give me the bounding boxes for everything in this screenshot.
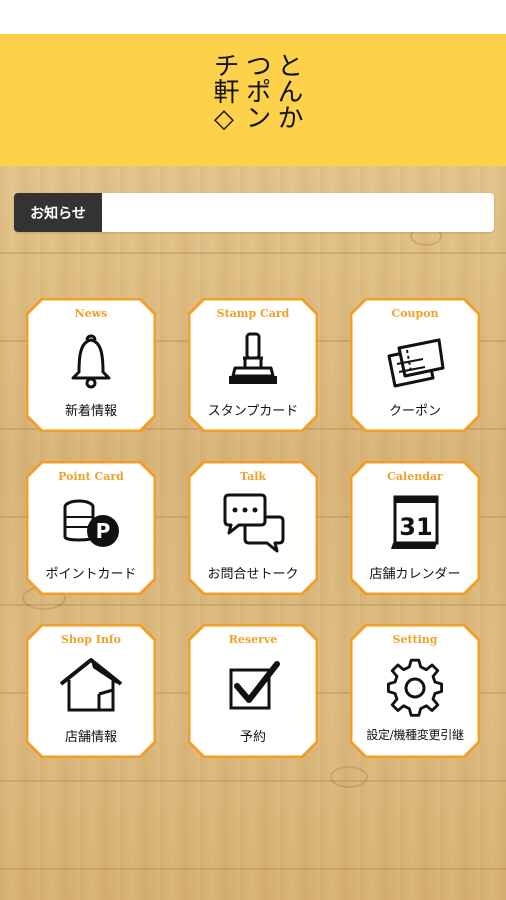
menu-tile-coupon[interactable]: Coupon クーポン: [350, 298, 480, 432]
logo-line-2: つポン: [241, 52, 271, 130]
tile-english-label: News: [74, 307, 108, 320]
bell-icon: [71, 334, 111, 389]
menu-tile-shop-info[interactable]: Shop Info 店舗情報: [26, 624, 156, 758]
house-icon: [59, 658, 123, 712]
tile-japanese-label: お問合せトーク: [207, 567, 299, 582]
gear-icon: [386, 658, 444, 717]
tile-english-label: Reserve: [228, 633, 278, 646]
news-ticker[interactable]: お知らせ: [14, 193, 494, 232]
menu-tile-talk[interactable]: Talk お問合せトーク: [188, 461, 318, 595]
tile-english-label: Shop Info: [60, 633, 121, 646]
tile-japanese-label: 新着情報: [64, 404, 117, 419]
logo-line-3: チ軒◇: [209, 52, 239, 134]
menu-tile-stamp-card[interactable]: Stamp Card スタンプカード: [188, 298, 318, 432]
svg-text:P: P: [96, 519, 111, 543]
coupon-icon: [387, 338, 445, 388]
tile-japanese-label: 店舗カレンダー: [369, 567, 461, 582]
coins-icon: P: [63, 499, 119, 547]
checkbox-icon: [229, 661, 280, 710]
tile-japanese-label: 設定/機種変更引継: [366, 728, 464, 742]
calendar-icon: 31: [391, 495, 439, 549]
tile-japanese-label: スタンプカード: [207, 404, 299, 419]
chat-bubbles-icon: [223, 493, 285, 553]
tile-japanese-label: 予約: [239, 730, 266, 745]
tile-english-label: Setting: [392, 633, 438, 646]
menu-tile-setting[interactable]: Setting 設定/機種変更引継: [350, 624, 480, 758]
logo-line-1: とんか: [273, 52, 303, 130]
tile-english-label: Talk: [239, 470, 267, 483]
news-label: お知らせ: [14, 193, 102, 232]
tile-english-label: Coupon: [391, 307, 439, 320]
tile-english-label: Stamp Card: [216, 307, 290, 320]
tile-english-label: Calendar: [387, 470, 443, 483]
stamp-icon: [229, 332, 277, 384]
menu-tile-calendar[interactable]: Calendar 31 店舗カレンダー: [350, 461, 480, 595]
menu-tile-point-card[interactable]: Point Card P ポイントカード: [26, 461, 156, 595]
tile-japanese-label: ポイントカード: [45, 567, 137, 582]
calendar-day: 31: [399, 513, 432, 541]
tile-english-label: Point Card: [58, 470, 124, 483]
app-logo: とんか つポン チ軒◇: [206, 52, 306, 144]
menu-tile-news[interactable]: News 新着情報: [26, 298, 156, 432]
status-bar: [0, 0, 506, 34]
tile-japanese-label: 店舗情報: [64, 730, 117, 745]
tile-japanese-label: クーポン: [388, 404, 441, 419]
menu-tile-reserve[interactable]: Reserve 予約: [188, 624, 318, 758]
